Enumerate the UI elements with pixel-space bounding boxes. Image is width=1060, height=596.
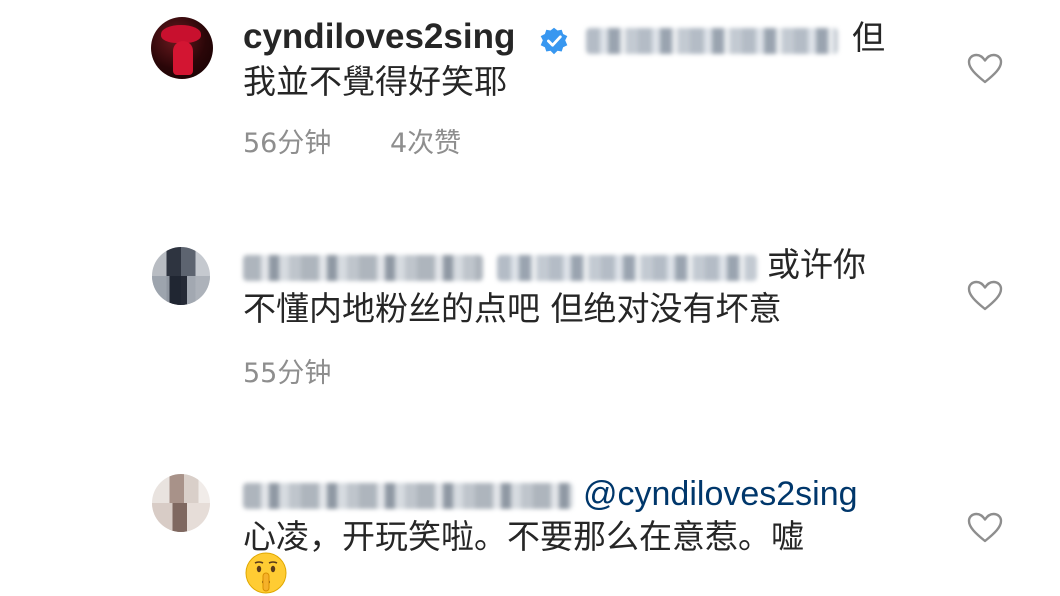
redacted-username[interactable] [243,255,483,281]
shushing-face-emoji [245,552,287,594]
redacted-text [586,28,838,54]
comments-list: cyndiloves2sing 但 我並不覺得好笑耶 56分钟 4次赞 或许你 … [0,0,1060,596]
comment-text: 不懂内地粉丝的点吧 但绝对没有坏意 [243,289,782,328]
avatar[interactable] [151,17,213,79]
comment-time: 55分钟 [243,358,332,389]
mention-link[interactable]: @cyndiloves2sing [583,472,858,516]
comment-text: 心凌，开玩笑啦。不要那么在意惹。嘘 [243,517,804,556]
redacted-text [497,255,757,281]
heart-icon[interactable] [967,53,1003,85]
comment-username[interactable]: cyndiloves2sing [243,15,515,59]
like-count[interactable]: 4次赞 [390,127,461,161]
heart-icon[interactable] [967,280,1003,312]
comment-time: 56分钟 [243,128,332,159]
avatar[interactable] [152,474,210,532]
comment-text: 我並不覺得好笑耶 [243,62,507,101]
comment-text: 或许你 [767,245,866,284]
avatar[interactable] [152,247,210,305]
avatar-figure [173,41,193,75]
comment-text: 但 [852,18,885,57]
heart-icon[interactable] [967,512,1003,544]
verified-badge-icon [540,27,568,55]
redacted-username[interactable] [243,483,573,509]
